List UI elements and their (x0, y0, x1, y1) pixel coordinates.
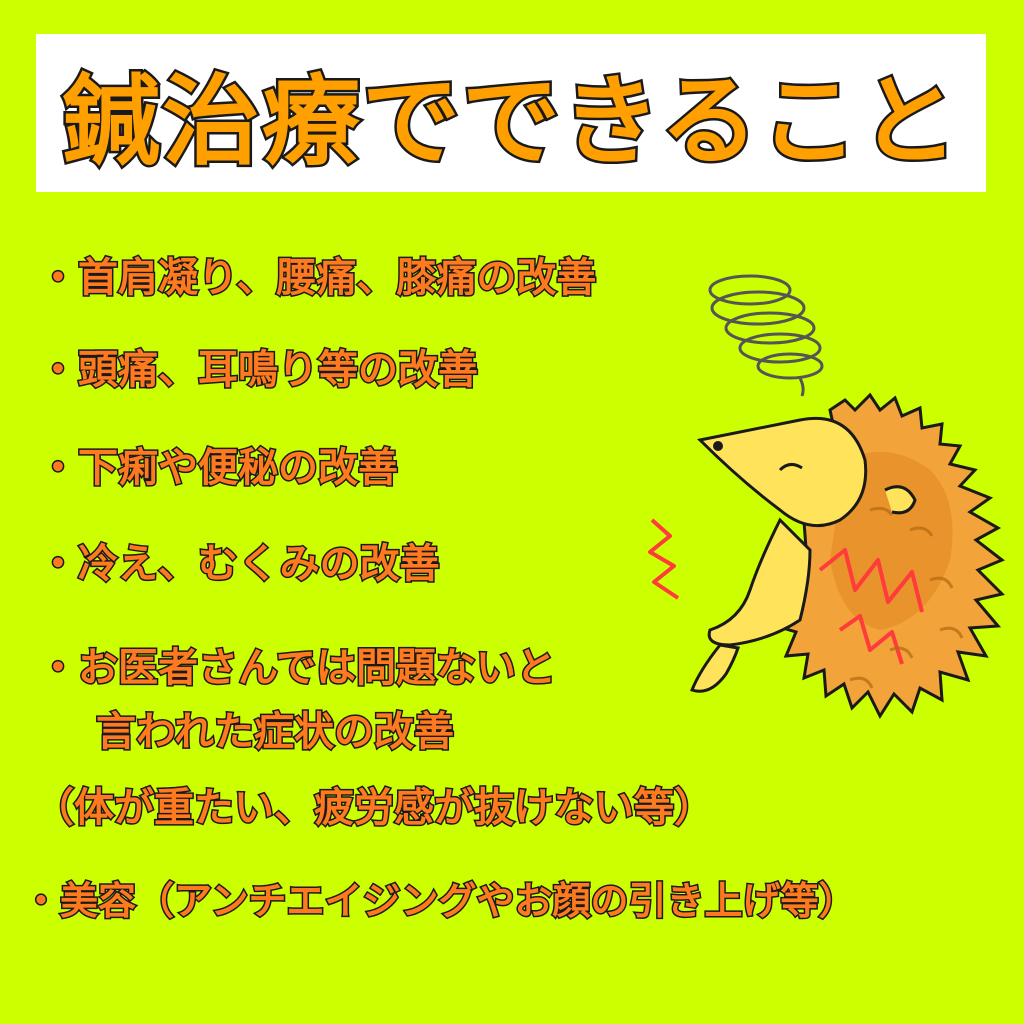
page-title: 鍼治療でできること (59, 63, 961, 182)
list-item-diarrhea-constipation: ・下痢や便秘の改善 (37, 445, 400, 491)
hedgehog-in-pain-icon (648, 274, 1005, 720)
hedgehog-limbs (690, 517, 812, 693)
title-banner: 鍼治療でできること (36, 34, 986, 192)
dizzy-scribble-icon (708, 274, 824, 397)
list-item-unexplained-symptoms-line1: ・お医者さんでは問題ないと (37, 645, 558, 691)
list-item-neck-shoulder-back-knee: ・首肩凝り、腰痛、膝痛の改善 (36, 255, 597, 301)
list-item-unexplained-symptoms-line2: 言われた症状の改善 (95, 709, 456, 755)
list-item-headache-tinnitus: ・頭痛、耳鳴り等の改善 (37, 347, 480, 393)
list-item-beauty: ・美容（アンチエイジングやお顔の引き上げ等） (20, 879, 857, 923)
list-item-unexplained-symptoms-line3: （体が重たい、疲労感が抜けない等） (33, 785, 716, 831)
list-item-coldness-swelling: ・冷え、むくみの改善 (37, 541, 442, 587)
